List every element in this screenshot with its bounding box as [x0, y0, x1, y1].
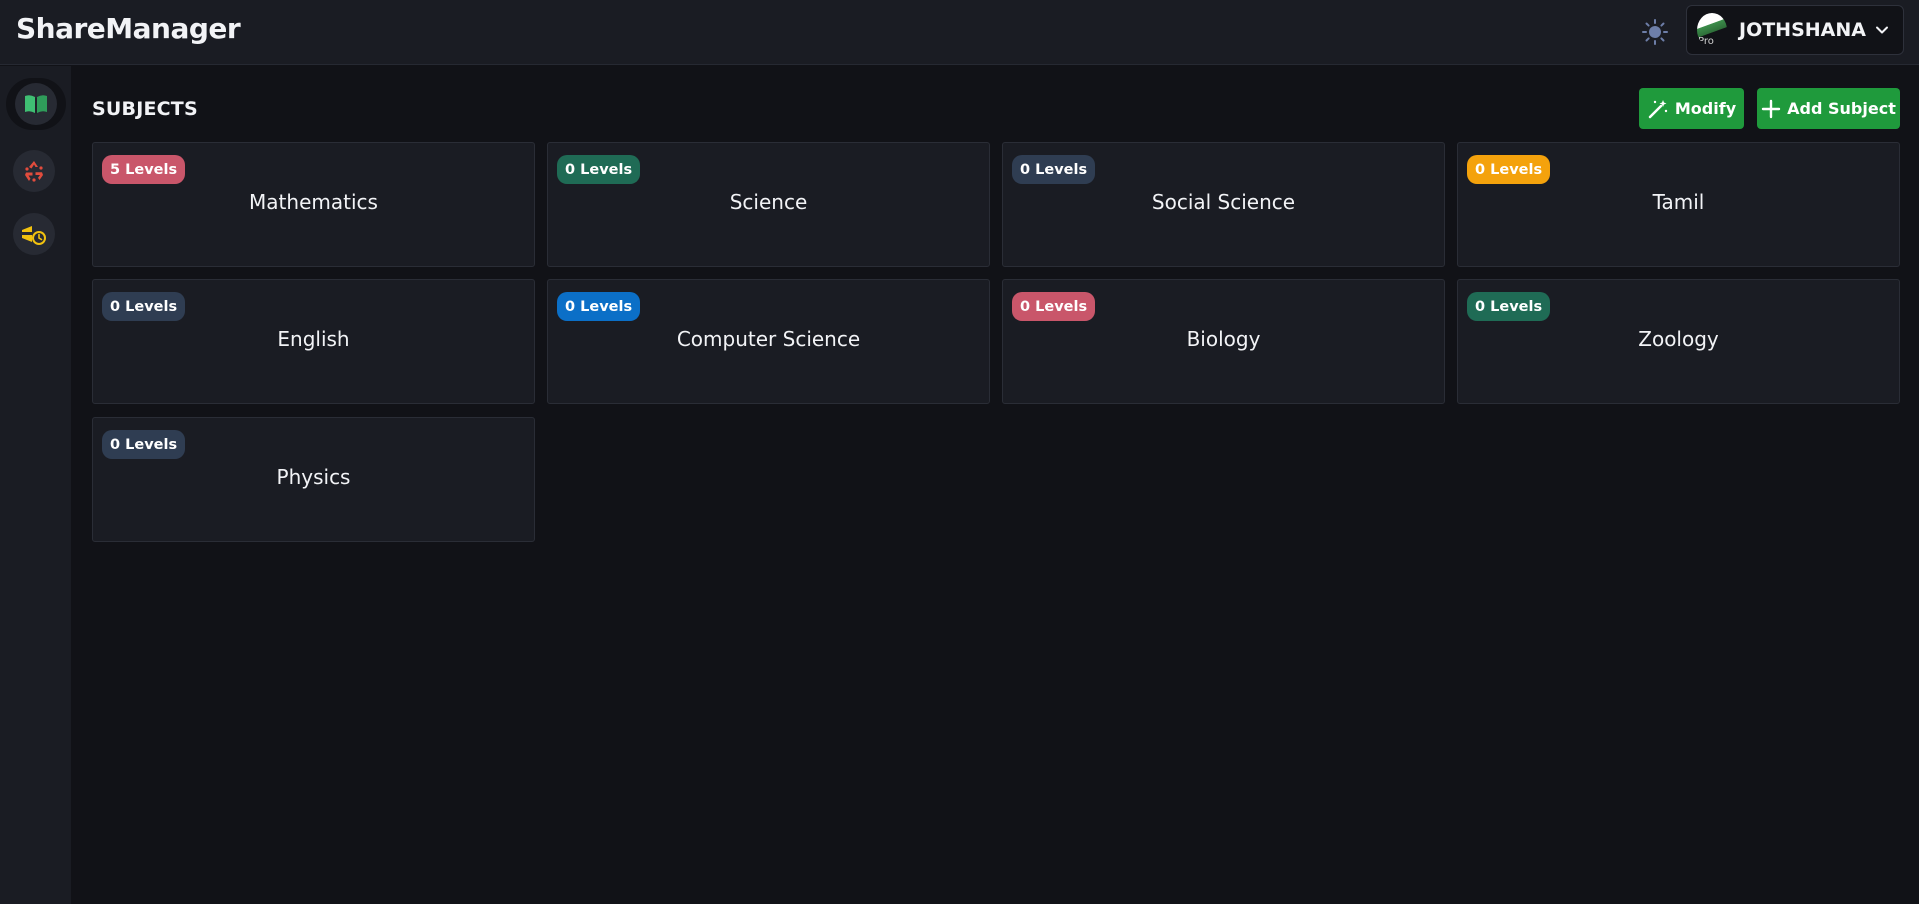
- sidebar-item-recycle[interactable]: [13, 150, 55, 192]
- magic-wand-icon: [1648, 99, 1668, 118]
- subject-card[interactable]: 0 Levels Biology: [1002, 279, 1445, 404]
- levels-badge: 0 Levels: [1467, 155, 1551, 184]
- subject-card[interactable]: 0 Levels Tamil: [1457, 142, 1900, 267]
- app-brand[interactable]: ShareManager: [16, 12, 241, 45]
- levels-badge: 0 Levels: [1467, 292, 1551, 321]
- subject-name: Computer Science: [676, 327, 861, 351]
- subject-card[interactable]: 0 Levels Social Science: [1002, 142, 1445, 267]
- sidebar: [0, 66, 71, 904]
- subject-name: Physics: [276, 465, 351, 489]
- theme-toggle-button[interactable]: [1637, 14, 1673, 50]
- user-name: JOTHSHANA: [1739, 19, 1866, 41]
- book-open-icon: [25, 95, 47, 114]
- subject-name: English: [277, 327, 350, 351]
- levels-badge: 5 Levels: [102, 155, 186, 184]
- subject-name: Science: [729, 190, 808, 214]
- user-menu[interactable]: Pro JOTHSHANA: [1686, 5, 1904, 55]
- chevron-down-icon: [1875, 26, 1888, 34]
- subject-card[interactable]: 0 Levels English: [92, 279, 535, 404]
- avatar: Pro: [1697, 13, 1727, 47]
- levels-badge: 0 Levels: [557, 155, 641, 184]
- modify-button[interactable]: Modify: [1639, 88, 1744, 129]
- subject-card[interactable]: 5 Levels Mathematics: [92, 142, 535, 267]
- history-icon: [22, 226, 46, 245]
- modify-label: Modify: [1674, 99, 1737, 118]
- add-subject-label: Add Subject: [1787, 99, 1896, 118]
- subject-name: Biology: [1186, 327, 1261, 351]
- subject-card[interactable]: 0 Levels Computer Science: [547, 279, 990, 404]
- plus-icon: [1761, 99, 1781, 118]
- levels-badge: 0 Levels: [102, 430, 186, 459]
- sidebar-item-history[interactable]: [13, 213, 55, 255]
- recycle-icon: [25, 161, 43, 182]
- sidebar-item-subjects[interactable]: [6, 78, 66, 130]
- subject-card[interactable]: 0 Levels Zoology: [1457, 279, 1900, 404]
- subject-card[interactable]: 0 Levels Physics: [92, 417, 535, 542]
- levels-badge: 0 Levels: [1012, 292, 1096, 321]
- levels-badge: 0 Levels: [1012, 155, 1096, 184]
- subject-name: Social Science: [1151, 190, 1296, 214]
- subject-name: Tamil: [1652, 190, 1705, 214]
- sun-icon: [1642, 19, 1668, 45]
- levels-badge: 0 Levels: [557, 292, 641, 321]
- page-title: SUBJECTS: [92, 98, 198, 120]
- add-subject-button[interactable]: Add Subject: [1757, 88, 1900, 129]
- top-bar: ShareManager Pro JOTHSHANA: [0, 0, 1919, 65]
- subject-name: Zoology: [1638, 327, 1719, 351]
- levels-badge: 0 Levels: [102, 292, 186, 321]
- subject-card[interactable]: 0 Levels Science: [547, 142, 990, 267]
- subject-name: Mathematics: [249, 190, 378, 214]
